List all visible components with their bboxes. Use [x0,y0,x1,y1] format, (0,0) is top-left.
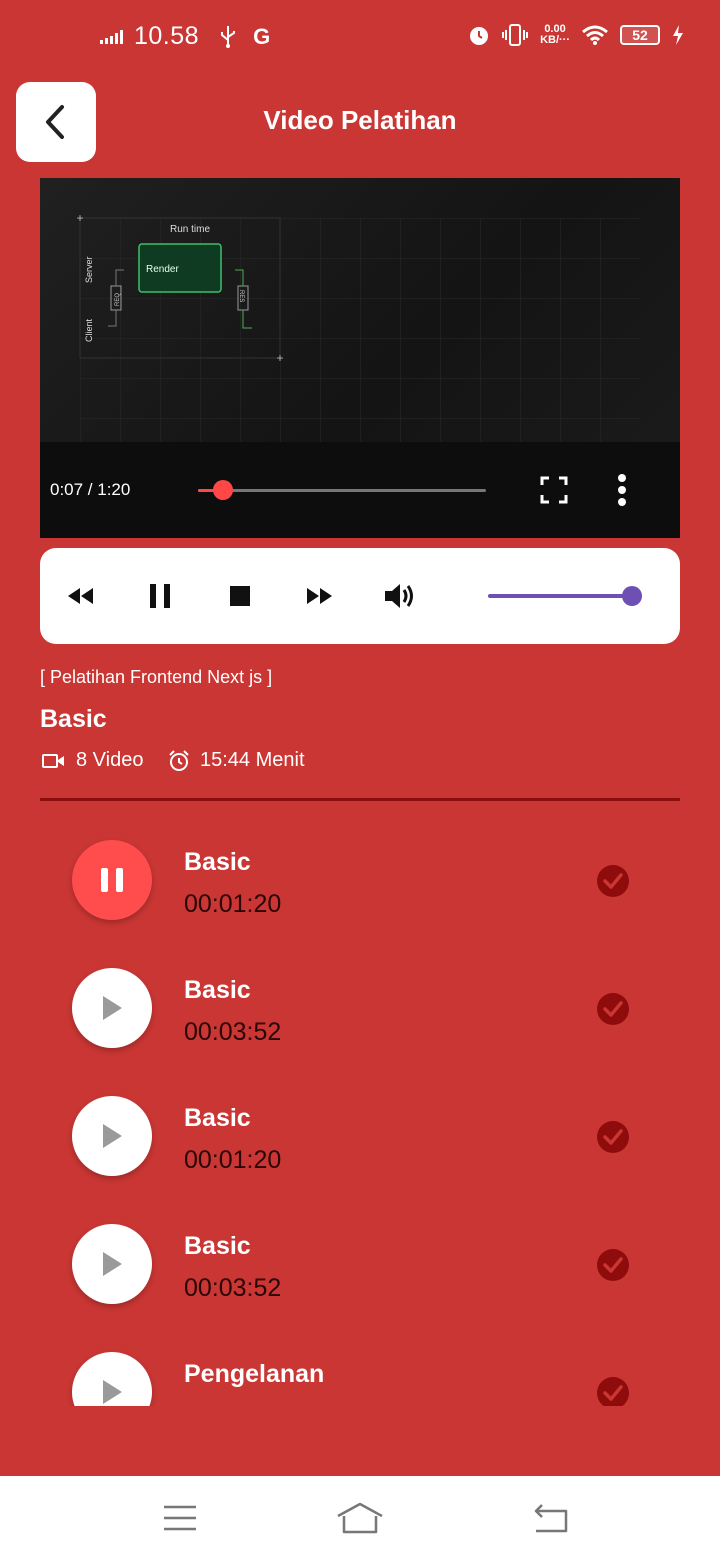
alarm-icon [470,27,489,45]
playlist-item[interactable]: Basic 00:03:52 [0,948,720,1076]
course-duration-label: 15:44 Menit [200,749,305,771]
charging-icon [673,25,683,45]
pause-button[interactable] [72,840,152,920]
signal-icon [100,29,123,44]
playlist-item-duration: 00:01:20 [184,1146,282,1174]
wifi-icon [582,25,608,45]
player-control-panel [40,548,680,644]
video-control-bar: 0:07 / 1:20 [40,442,680,538]
video-player[interactable]: + + Run time Render Server Client REQ RE… [40,178,680,538]
playlist-item-title: Basic [184,1232,251,1260]
check-circle-icon [597,1121,629,1153]
vibrate-icon [502,24,529,46]
page-title: Video Pelatihan [263,105,457,135]
video-time: 0:07 / 1:20 [50,480,131,499]
status-time: 10.58 [134,22,200,50]
video-seek-handle[interactable] [213,480,234,500]
frame-runtime-label: Run time [170,224,210,235]
nav-menu-button[interactable] [156,1498,204,1538]
status-bar: 10.58 G 0.00 KB/··· 52 [0,0,720,78]
course-tag: [ Pelatihan Frontend Next js ] [40,667,273,687]
alarm-clock-icon [169,749,189,771]
playlist-item-duration: 00:01:20 [184,890,282,918]
back-icon [534,1504,568,1533]
battery-level: 52 [620,25,660,45]
video-camera-icon [42,753,64,768]
rewind-icon [68,588,93,604]
playlist-item[interactable]: Basic 00:01:20 [0,1076,720,1204]
frame-render-label: Render [146,264,179,275]
course-title: Basic [40,705,107,733]
nav-back-button[interactable] [526,1498,574,1538]
home-icon [337,1502,383,1534]
playlist-item-duration: 00:03:52 [184,1018,282,1046]
playlist-item[interactable]: Pengelanan [0,1332,720,1406]
frame-res-label: RES [238,290,244,302]
network-speed: 0.00 KB/··· [540,23,570,46]
divider [40,798,680,801]
volume-slider[interactable] [488,586,642,606]
playlist-item-title: Basic [184,976,251,1004]
play-icon [103,1380,122,1404]
svg-text:+: + [76,211,83,225]
check-circle-icon [597,1249,629,1281]
network-type: G [253,23,271,49]
playlist-item[interactable]: Basic 00:03:52 [0,1204,720,1332]
more-options-icon[interactable] [614,472,630,508]
frame-server-label: Server [84,256,94,283]
video-frame: + + Run time Render Server Client REQ RE… [76,211,640,442]
fullscreen-icon[interactable] [540,476,568,504]
video-count-label: 8 Video [76,749,144,771]
pause-button[interactable] [142,578,178,614]
rewind-button[interactable] [62,578,98,614]
check-circle-icon [597,993,629,1025]
video-count: 8 Video [42,749,143,772]
frame-req-label: REQ [115,293,121,306]
play-button[interactable] [72,1224,152,1304]
check-circle-icon [597,865,629,897]
play-button[interactable] [72,968,152,1048]
play-button[interactable] [72,1096,152,1176]
playlist-item-duration: 00:03:52 [184,1274,282,1302]
system-nav-bar [0,1476,720,1560]
play-button[interactable] [72,1352,152,1406]
play-icon [103,1252,122,1276]
video-seekbar[interactable] [198,480,486,500]
pause-icon [101,868,123,892]
fast-forward-icon [307,588,332,604]
play-icon [103,996,122,1020]
svg-text:+: + [276,351,283,365]
play-icon [103,1124,122,1148]
stop-icon [230,586,250,606]
fast-forward-button[interactable] [302,578,338,614]
playlist-item[interactable]: Basic 00:01:20 [0,820,720,948]
usb-icon [221,25,236,48]
pause-icon [150,584,170,608]
video-playlist: Basic 00:01:20 Basic 00:03:52 Basic 00:0… [0,820,720,1406]
playlist-item-title: Pengelanan [184,1360,325,1388]
frame-client-label: Client [84,318,94,342]
playlist-item-title: Basic [184,1104,251,1132]
volume-slider-handle[interactable] [622,586,642,606]
volume-button[interactable] [382,578,418,614]
menu-icon [164,1505,196,1531]
course-duration: 15:44 Menit [168,749,305,772]
nav-home-button[interactable] [336,1498,384,1538]
stop-button[interactable] [222,578,258,614]
playlist-item-title: Basic [184,848,251,876]
check-circle-icon [597,1377,629,1406]
volume-icon [385,584,413,608]
